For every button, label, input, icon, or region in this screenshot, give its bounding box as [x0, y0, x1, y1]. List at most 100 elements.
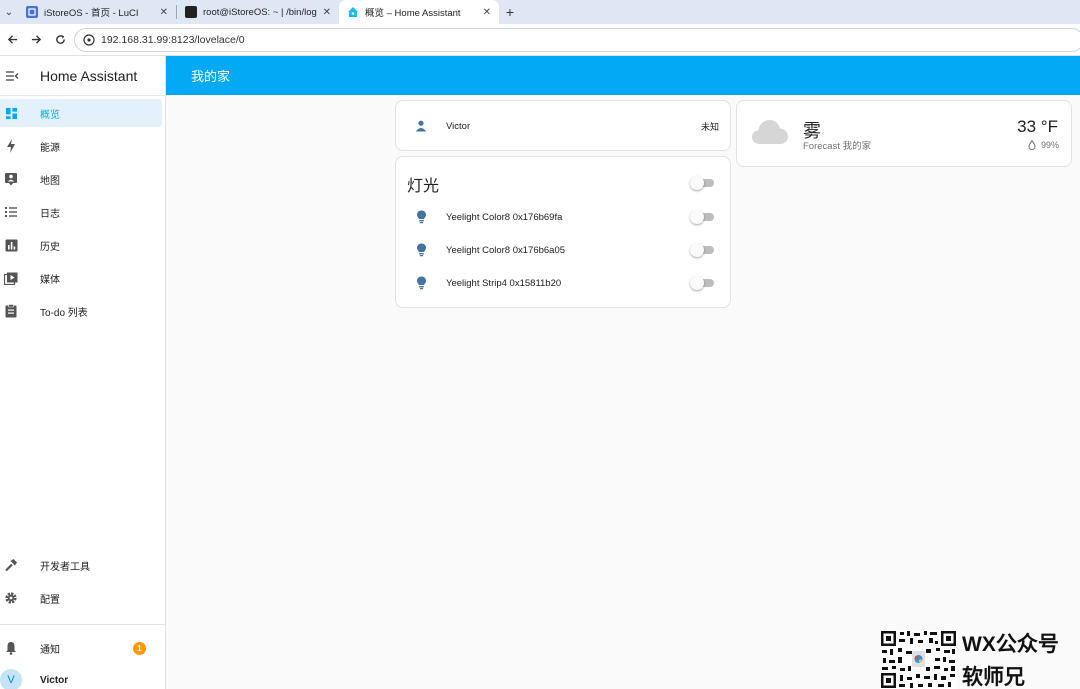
sidebar-item-todo[interactable]: To-do 列表	[0, 297, 162, 325]
weather-temperature: 33 °F	[1017, 117, 1058, 136]
tab-terminal[interactable]: root@iStoreOS: ~ | /bin/login ✕	[177, 0, 339, 24]
weather-card[interactable]: 雾 Forecast 我的家 33 °F 99%	[736, 100, 1072, 167]
gear-icon	[0, 584, 22, 612]
lights-card: 灯光 Yeelight Color8 0x176b69fa Yeelight C…	[395, 156, 731, 308]
toggle-thumb	[690, 276, 704, 290]
clipboard-icon	[0, 297, 22, 325]
sidebar-item-media[interactable]: 媒体	[0, 264, 162, 292]
sidebar-item-label: 地图	[40, 175, 60, 187]
reload-icon	[55, 34, 65, 44]
luci-favicon-icon	[26, 6, 38, 18]
sidebar-item-user[interactable]: V Victor	[0, 666, 162, 689]
water-drop-icon	[1028, 140, 1036, 150]
home-assistant-favicon-icon	[347, 6, 359, 18]
sidebar-item-label: 历史	[40, 241, 60, 253]
avatar-wrapper: V	[0, 666, 22, 689]
back-arrow-icon	[7, 35, 17, 44]
tab-home-assistant[interactable]: 概览 – Home Assistant ✕	[339, 0, 499, 24]
sidebar-item-history[interactable]: 历史	[0, 231, 162, 259]
lights-master-toggle[interactable]	[690, 176, 716, 190]
forward-button[interactable]	[24, 24, 48, 56]
sidebar-item-label: 日志	[40, 208, 60, 220]
tab-search-button[interactable]: ⌄	[0, 0, 18, 24]
light-toggle[interactable]	[690, 210, 716, 224]
person-card: Victor 未知	[395, 100, 731, 151]
sidebar-item-developer-tools[interactable]: 开发者工具	[0, 551, 162, 579]
address-bar[interactable]: 192.168.31.99:8123/lovelace/0	[74, 28, 1080, 52]
sidebar-item-energy[interactable]: 能源	[0, 132, 162, 160]
light-name: Yeelight Color8 0x176b6a05	[446, 244, 566, 256]
sidebar-title: Home Assistant	[40, 67, 138, 84]
humidity-value: 99%	[1040, 140, 1059, 150]
qr-code-icon	[880, 630, 957, 689]
map-person-icon	[0, 165, 22, 193]
person-row[interactable]: Victor 未知	[396, 114, 730, 138]
browser-toolbar: 192.168.31.99:8123/lovelace/0	[0, 24, 1080, 56]
sidebar-item-logbook[interactable]: 日志	[0, 198, 162, 226]
tab-close-icon[interactable]: ✕	[323, 7, 331, 18]
menu-collapse-icon	[6, 70, 19, 81]
person-name: Victor	[446, 120, 471, 132]
browser-tab-strip: ⌄ iStoreOS - 首页 - LuCI ✕ root@iStoreOS: …	[0, 0, 1080, 24]
cloud-icon	[752, 120, 788, 144]
lightbulb-icon	[396, 276, 446, 290]
sidebar-item-label: 开发者工具	[40, 561, 90, 573]
new-tab-button[interactable]: +	[499, 0, 521, 24]
tab-title: iStoreOS - 首页 - LuCI	[44, 8, 139, 19]
lightbulb-icon	[396, 243, 446, 257]
collapse-menu-button[interactable]	[0, 56, 22, 96]
dashboard-header: 我的家	[166, 56, 1080, 95]
light-row[interactable]: Yeelight Color8 0x176b69fa	[396, 205, 730, 229]
weather-humidity: 99%	[1028, 140, 1059, 150]
bell-icon	[0, 634, 22, 662]
notification-count-badge: 1	[133, 641, 146, 655]
sidebar-item-label: 通知	[40, 644, 60, 656]
sidebar-header: Home Assistant	[0, 56, 165, 96]
toggle-thumb	[690, 176, 704, 190]
light-toggle[interactable]	[690, 243, 716, 257]
sidebar-item-label: 能源	[40, 142, 60, 154]
sidebar-item-label: 概览	[40, 109, 60, 121]
list-icon	[0, 198, 22, 226]
sidebar-item-notifications[interactable]: 通知 1	[0, 634, 162, 662]
person-state: 未知	[700, 121, 719, 132]
back-button[interactable]	[0, 24, 24, 56]
weather-subtitle: Forecast 我的家	[803, 141, 872, 152]
light-toggle[interactable]	[690, 276, 716, 290]
tab-close-icon[interactable]: ✕	[160, 7, 168, 18]
sidebar-item-label: 媒体	[40, 274, 60, 286]
sidebar: Home Assistant 概览 能源 地图 日志 历史 媒体 To-do 列…	[0, 56, 166, 689]
sidebar-item-settings[interactable]: 配置	[0, 584, 162, 612]
media-icon	[0, 264, 22, 292]
sidebar-item-map[interactable]: 地图	[0, 165, 162, 193]
light-name: Yeelight Color8 0x176b69fa	[446, 211, 563, 223]
sidebar-divider	[0, 624, 166, 625]
chart-icon	[0, 231, 22, 259]
tab-close-icon[interactable]: ✕	[483, 7, 491, 18]
light-row[interactable]: Yeelight Color8 0x176b6a05	[396, 238, 730, 262]
lightning-icon	[0, 132, 22, 160]
dashboard-icon	[0, 99, 22, 127]
light-name: Yeelight Strip4 0x15811b20	[446, 277, 562, 289]
forward-arrow-icon	[31, 35, 41, 44]
light-row[interactable]: Yeelight Strip4 0x15811b20	[396, 271, 730, 295]
sidebar-item-overview[interactable]: 概览	[0, 99, 162, 127]
watermark-line2: 软师兄	[962, 666, 1025, 689]
reload-button[interactable]	[48, 24, 72, 56]
terminal-favicon-icon	[185, 6, 197, 18]
lights-card-title: 灯光	[407, 178, 440, 195]
tab-istoreos-luci[interactable]: iStoreOS - 首页 - LuCI ✕	[18, 0, 176, 24]
toggle-thumb	[690, 243, 704, 257]
person-icon	[396, 120, 446, 132]
avatar: V	[0, 669, 22, 689]
user-name: Victor	[40, 674, 69, 686]
toggle-thumb	[690, 210, 704, 224]
sidebar-item-label: To-do 列表	[40, 307, 88, 319]
dashboard-title: 我的家	[191, 69, 231, 84]
hammer-icon	[0, 551, 22, 579]
site-info-icon[interactable]	[83, 34, 95, 46]
url-text: 192.168.31.99:8123/lovelace/0	[101, 34, 245, 46]
sidebar-item-label: 配置	[40, 594, 60, 606]
tab-title: root@iStoreOS: ~ | /bin/login	[203, 6, 317, 18]
watermark-line1: WX公众号	[962, 633, 1059, 656]
